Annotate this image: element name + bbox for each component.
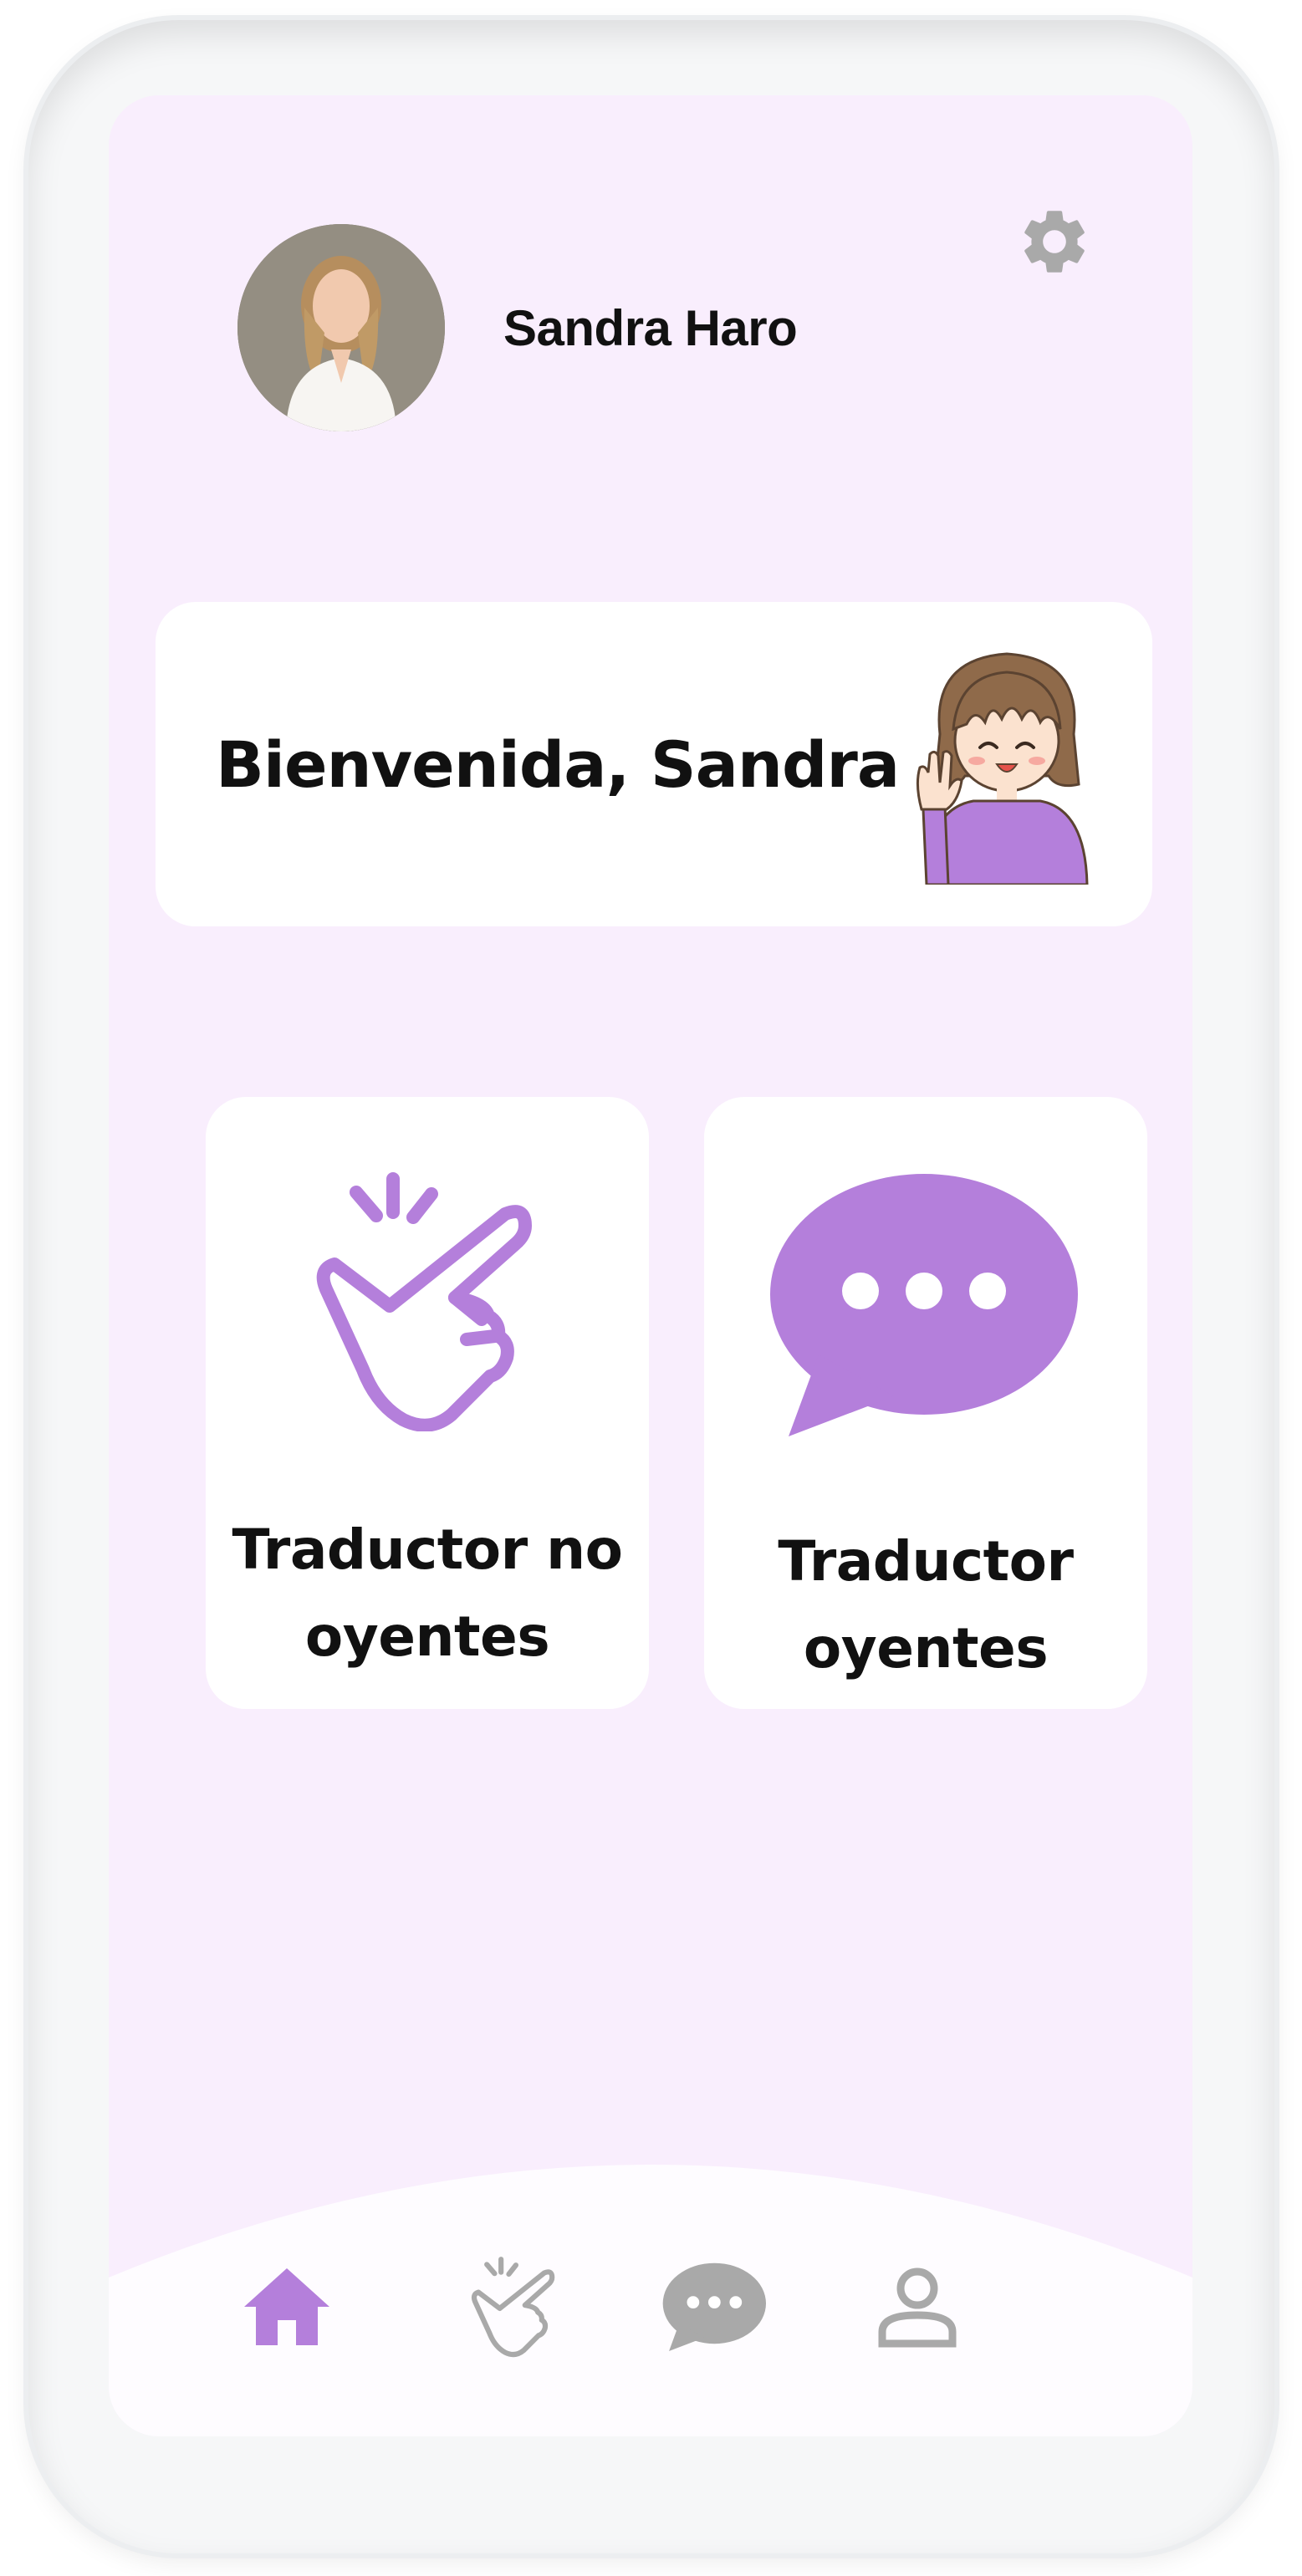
chat-bubble-icon xyxy=(662,2262,766,2351)
translator-deaf-card[interactable]: Traductor no oyentes xyxy=(206,1097,649,1709)
avatar[interactable] xyxy=(237,224,445,431)
snap-hand-icon xyxy=(471,2257,555,2358)
welcome-card: Bienvenida, Sandra xyxy=(156,602,1152,926)
nav-home[interactable] xyxy=(224,2244,350,2369)
translator-hearing-label: Traductor oyentes xyxy=(778,1529,1074,1681)
profile-header: Sandra Haro xyxy=(237,224,798,431)
nav-chat[interactable] xyxy=(652,2244,778,2369)
home-icon xyxy=(244,2268,329,2345)
user-name: Sandra Haro xyxy=(503,299,798,356)
translator-deaf-label: Traductor no oyentes xyxy=(232,1518,623,1669)
snap-hand-icon xyxy=(316,1172,532,1431)
gear-icon xyxy=(1024,211,1085,273)
settings-button[interactable] xyxy=(1000,187,1109,296)
translator-hearing-card[interactable]: Traductor oyentes xyxy=(704,1097,1147,1709)
avatar-photo xyxy=(237,224,445,431)
speech-bubble-icon xyxy=(770,1174,1078,1436)
nav-profile[interactable] xyxy=(855,2244,980,2369)
user-icon xyxy=(878,2267,957,2348)
welcome-message: Bienvenida, Sandra xyxy=(216,727,900,802)
app-screen: Sandra Haro Bienvenida, Sandra Traductor… xyxy=(109,95,1192,2436)
nav-sign-translator[interactable] xyxy=(452,2244,577,2369)
waving-girl-illustration xyxy=(916,652,1089,885)
